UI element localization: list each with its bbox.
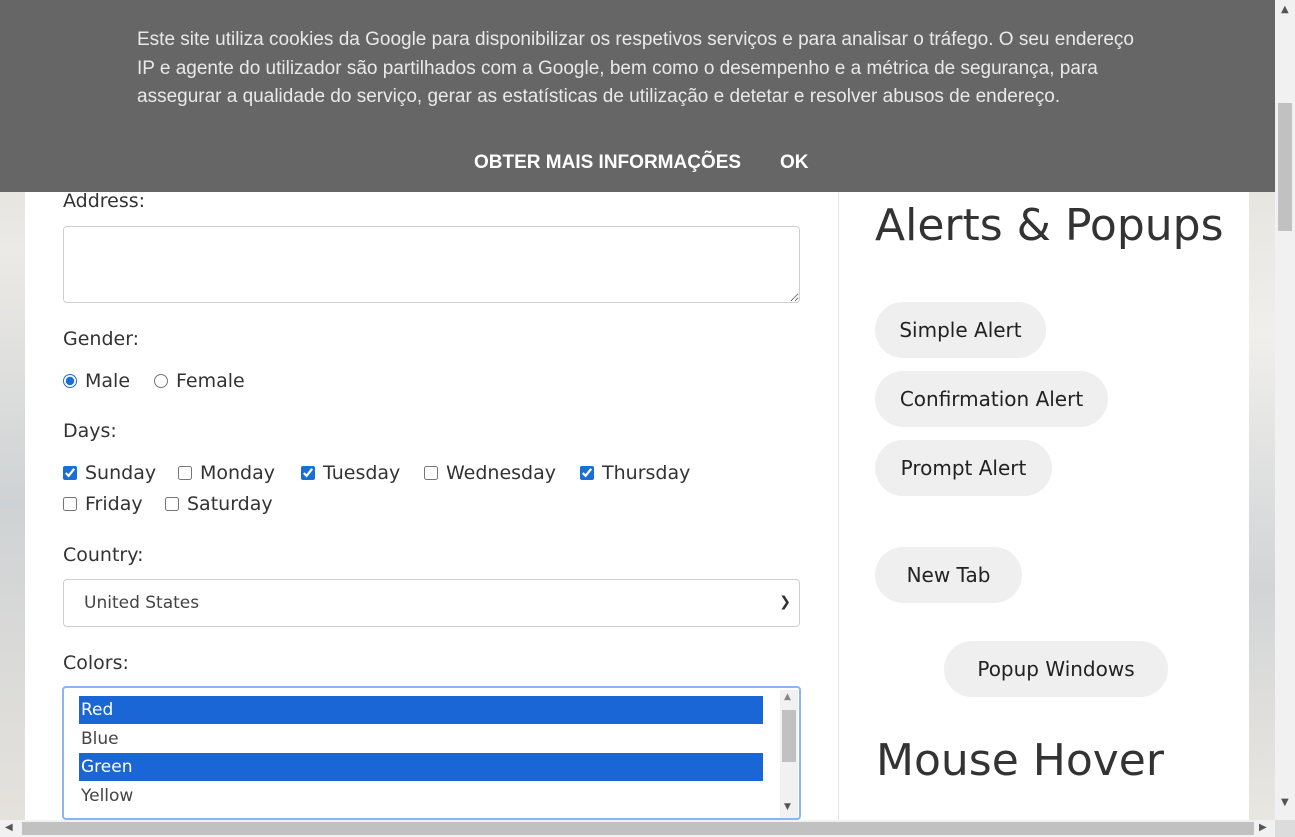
scrollbar-corner bbox=[1275, 820, 1295, 837]
cookie-message: Este site utiliza cookies da Google para… bbox=[137, 29, 1134, 107]
country-label: Country: bbox=[63, 544, 144, 566]
day-monday[interactable]: Monday bbox=[178, 462, 275, 484]
color-option-red[interactable]: Red bbox=[79, 696, 763, 724]
saturday-checkbox[interactable] bbox=[165, 497, 179, 511]
scroll-up-icon[interactable]: ▲ bbox=[1281, 4, 1289, 15]
thursday-label: Thursday bbox=[602, 462, 691, 484]
prompt-alert-button[interactable]: Prompt Alert bbox=[875, 440, 1052, 496]
colors-listbox[interactable]: Red Blue Green Yellow ▲ ▼ bbox=[62, 686, 801, 820]
page-vertical-scrollbar[interactable]: ▲ ▼ bbox=[1275, 0, 1295, 820]
chevron-down-icon: ❯ bbox=[779, 594, 791, 610]
day-tuesday[interactable]: Tuesday bbox=[301, 462, 400, 484]
gender-option-female[interactable]: Female bbox=[154, 370, 245, 392]
country-select[interactable]: United States ❯ bbox=[63, 579, 800, 627]
color-option-green[interactable]: Green bbox=[79, 753, 763, 781]
confirmation-alert-button[interactable]: Confirmation Alert bbox=[875, 371, 1108, 427]
gender-option-male[interactable]: Male bbox=[63, 370, 130, 392]
female-label: Female bbox=[176, 370, 245, 392]
day-friday[interactable]: Friday bbox=[63, 493, 143, 515]
day-wednesday[interactable]: Wednesday bbox=[424, 462, 556, 484]
wednesday-label: Wednesday bbox=[446, 462, 557, 484]
monday-checkbox[interactable] bbox=[178, 466, 192, 480]
male-label: Male bbox=[85, 370, 131, 392]
color-option-yellow[interactable]: Yellow bbox=[79, 782, 763, 810]
color-option-blue[interactable]: Blue bbox=[79, 725, 763, 753]
day-saturday[interactable]: Saturday bbox=[165, 493, 273, 515]
scroll-right-icon[interactable]: ▶ bbox=[1259, 822, 1267, 833]
page-vertical-scrollbar-thumb[interactable] bbox=[1278, 103, 1292, 231]
thursday-checkbox[interactable] bbox=[580, 466, 594, 480]
address-textarea[interactable] bbox=[63, 226, 800, 303]
sunday-label: Sunday bbox=[85, 462, 157, 484]
wednesday-checkbox[interactable] bbox=[424, 466, 438, 480]
tuesday-checkbox[interactable] bbox=[301, 466, 315, 480]
female-radio[interactable] bbox=[154, 374, 168, 388]
address-label: Address: bbox=[63, 190, 146, 212]
monday-label: Monday bbox=[200, 462, 276, 484]
male-radio[interactable] bbox=[63, 374, 77, 388]
colors-label: Colors: bbox=[63, 652, 129, 674]
friday-checkbox[interactable] bbox=[63, 497, 77, 511]
more-info-link[interactable]: OBTER MAIS INFORMAÇÕES bbox=[474, 152, 741, 174]
cookie-banner: Este site utiliza cookies da Google para… bbox=[0, 0, 1275, 192]
simple-alert-button[interactable]: Simple Alert bbox=[875, 302, 1046, 358]
scroll-up-icon[interactable]: ▲ bbox=[784, 692, 791, 702]
country-value: United States bbox=[84, 593, 200, 613]
day-sunday[interactable]: Sunday bbox=[63, 462, 156, 484]
day-thursday[interactable]: Thursday bbox=[580, 462, 690, 484]
page-horizontal-scrollbar[interactable]: ◀ ▶ bbox=[0, 820, 1275, 837]
days-label: Days: bbox=[63, 420, 117, 442]
new-tab-button[interactable]: New Tab bbox=[875, 547, 1022, 603]
tuesday-label: Tuesday bbox=[323, 462, 401, 484]
saturday-label: Saturday bbox=[187, 493, 273, 515]
sunday-checkbox[interactable] bbox=[63, 466, 77, 480]
popup-windows-button[interactable]: Popup Windows bbox=[944, 641, 1168, 697]
scroll-left-icon[interactable]: ◀ bbox=[5, 822, 13, 833]
scroll-down-icon[interactable]: ▼ bbox=[1281, 797, 1289, 808]
cookie-ok-button[interactable]: OK bbox=[780, 152, 809, 174]
colors-scrollbar[interactable]: ▲ ▼ bbox=[780, 690, 798, 818]
page-horizontal-scrollbar-thumb[interactable] bbox=[22, 822, 1254, 835]
mouse-hover-heading: Mouse Hover bbox=[876, 735, 1164, 786]
gender-label: Gender: bbox=[63, 328, 140, 350]
colors-scrollbar-thumb[interactable] bbox=[782, 710, 796, 762]
scroll-down-icon[interactable]: ▼ bbox=[784, 802, 791, 812]
friday-label: Friday bbox=[85, 493, 143, 515]
alerts-popups-heading: Alerts & Popups bbox=[875, 200, 1224, 251]
